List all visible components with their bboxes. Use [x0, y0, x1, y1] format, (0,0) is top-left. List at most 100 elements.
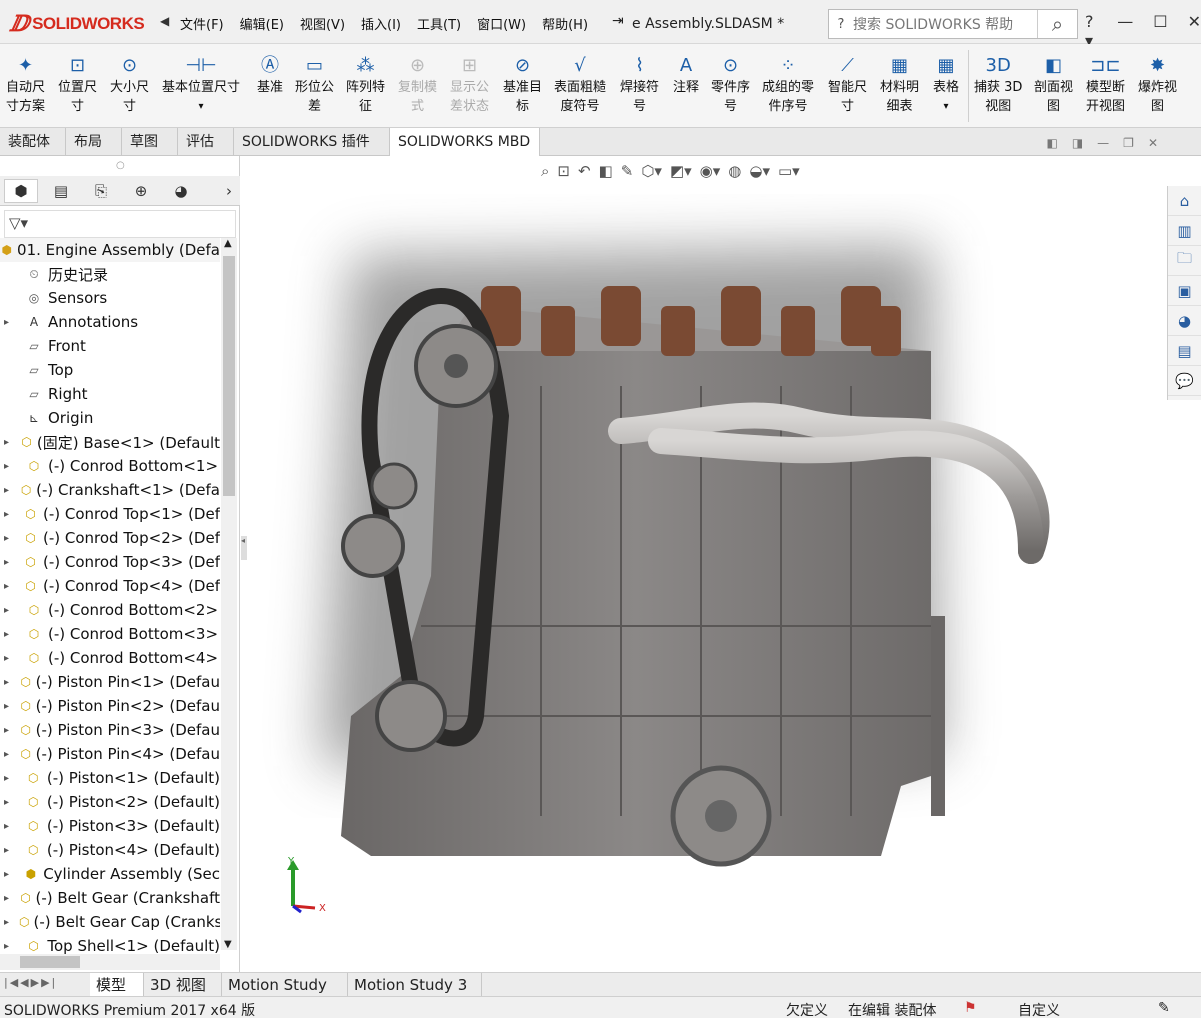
tree-item-8[interactable]: ▸ ⬡ (固定) Base<1> (Default: [0, 430, 220, 454]
viewport-restore-icon[interactable]: ❐: [1123, 136, 1134, 150]
tree-item-12[interactable]: ▸ ⬡ (-) Conrod Top<2> (Def: [0, 526, 220, 550]
tree-vertical-scrollbar[interactable]: ▲ ▼: [221, 238, 237, 950]
configuration-manager-tab-icon[interactable]: ⎘: [84, 179, 118, 203]
ribbon-button-0[interactable]: ✦ 自动尺 寸方案: [6, 52, 45, 116]
status-menu-icon[interactable]: ✎: [1158, 1000, 1170, 1016]
tree-item-16[interactable]: ▸ ⬡ (-) Conrod Bottom<3>: [0, 622, 220, 646]
view-palette-icon[interactable]: ▣: [1168, 276, 1201, 306]
tile-right-icon[interactable]: ◨: [1072, 136, 1083, 150]
expand-arrow-icon[interactable]: ▸: [4, 941, 14, 952]
expand-arrow-icon[interactable]: ▸: [4, 461, 14, 472]
file-explorer-icon[interactable]: 🗀: [1168, 246, 1201, 276]
search-input[interactable]: 搜索 SOLIDWORKS 帮助: [853, 14, 1037, 34]
ribbon-button-1[interactable]: ⊡ 位置尺寸: [58, 52, 97, 116]
graphics-area[interactable]: ⌕ ⊡ ↶ ◧ ✎ ⬡▾ ◩▾ ◉▾ ◍ ◒▾ ▭▾ ◧ ◨ — ❐ ✕ ◂ Y…: [241, 136, 1166, 972]
tree-item-13[interactable]: ▸ ⬡ (-) Conrod Top<3> (Def: [0, 550, 220, 574]
tree-item-3[interactable]: ▸ A Annotations: [0, 310, 220, 334]
tree-item-17[interactable]: ▸ ⬡ (-) Conrod Bottom<4>: [0, 646, 220, 670]
scroll-thumb[interactable]: [223, 256, 235, 496]
ribbon-button-9[interactable]: ⊘ 基准目标: [503, 52, 542, 116]
scroll-up-icon[interactable]: ▲: [224, 238, 232, 249]
ribbon-button-15[interactable]: ⟋ 智能尺寸: [828, 52, 867, 116]
expand-arrow-icon[interactable]: ▸: [4, 485, 10, 496]
tree-item-9[interactable]: ▸ ⬡ (-) Conrod Bottom<1>: [0, 454, 220, 478]
ribbon-button-14[interactable]: ⁘ 成组的零 件序号: [762, 52, 814, 116]
ribbon-button-21[interactable]: ✸ 爆炸视图: [1138, 52, 1177, 116]
tree-item-2[interactable]: ◎ Sensors: [0, 286, 220, 310]
ribbon-button-17[interactable]: ▦ 表格 ▾: [932, 52, 960, 116]
tab-4[interactable]: SOLIDWORKS 插件: [234, 128, 390, 156]
bottom-tab-3[interactable]: Motion Study 3: [348, 973, 482, 997]
design-library-icon[interactable]: ▥: [1168, 216, 1201, 246]
help-search-box[interactable]: ? 搜索 SOLIDWORKS 帮助 ⌕: [828, 9, 1078, 39]
expand-arrow-icon[interactable]: ▸: [4, 581, 12, 592]
solidworks-logo[interactable]: ⅅ SOLIDWORKS: [10, 10, 152, 38]
tile-left-icon[interactable]: ◧: [1046, 136, 1057, 150]
tab-5[interactable]: SOLIDWORKS MBD: [390, 128, 540, 156]
menu-item-6[interactable]: 帮助(H): [542, 14, 588, 33]
tree-item-28[interactable]: ▸ ⬡ (-) Belt Gear Cap (Cranks: [0, 910, 220, 934]
tree-item-20[interactable]: ▸ ⬡ (-) Piston Pin<3> (Defau: [0, 718, 220, 742]
expand-arrow-icon[interactable]: ▸: [4, 533, 12, 544]
menu-item-2[interactable]: 视图(V): [300, 14, 345, 33]
expand-arrow-icon[interactable]: ▸: [4, 773, 14, 784]
tab-2[interactable]: 草图: [122, 128, 178, 156]
help-icon[interactable]: ?: [829, 17, 853, 32]
ribbon-button-20[interactable]: ⊐⊏ 模型断 开视图: [1086, 52, 1125, 116]
ribbon-button-12[interactable]: A 注释: [672, 52, 700, 97]
ribbon-button-8[interactable]: ⊞ 显示公 差状态: [450, 52, 489, 116]
tree-item-24[interactable]: ▸ ⬡ (-) Piston<3> (Default): [0, 814, 220, 838]
custom-properties-icon[interactable]: ▤: [1168, 336, 1201, 366]
hscroll-thumb[interactable]: [20, 956, 80, 968]
tree-item-27[interactable]: ▸ ⬡ (-) Belt Gear (Crankshaft: [0, 886, 220, 910]
expand-arrow-icon[interactable]: ▸: [4, 893, 10, 904]
tab-1[interactable]: 布局: [66, 128, 122, 156]
ribbon-button-5[interactable]: ▭ 形位公差: [295, 52, 334, 116]
ribbon-button-4[interactable]: Ⓐ 基准: [256, 52, 284, 97]
ribbon-button-10[interactable]: √ 表面粗糙 度符号: [554, 52, 606, 116]
forum-icon[interactable]: 💬: [1168, 366, 1201, 396]
dropdown-arrow-icon[interactable]: ▾: [943, 97, 948, 116]
ribbon-button-3[interactable]: ⊣⊢ 基本位置尺寸 ▾: [162, 52, 240, 116]
viewport-minimize-icon[interactable]: —: [1097, 136, 1109, 150]
bottom-tab-1[interactable]: 3D 视图: [144, 973, 222, 997]
ribbon-button-7[interactable]: ⊕ 复制模式: [398, 52, 437, 116]
ribbon-button-16[interactable]: ▦ 材料明 细表: [880, 52, 919, 116]
expand-arrow-icon[interactable]: ▸: [4, 917, 9, 928]
appearances-icon[interactable]: ◕: [1168, 306, 1201, 336]
expand-arrow-icon[interactable]: ▸: [4, 605, 14, 616]
status-units[interactable]: 自定义: [1018, 1000, 1060, 1020]
expand-arrow-icon[interactable]: ▸: [4, 749, 10, 760]
ribbon-button-2[interactable]: ⊙ 大小尺寸: [110, 52, 149, 116]
filter-icon[interactable]: ▽▾: [9, 214, 28, 232]
bottom-tab-0[interactable]: 模型: [90, 973, 144, 997]
tree-item-25[interactable]: ▸ ⬡ (-) Piston<4> (Default): [0, 838, 220, 862]
scroll-down-icon[interactable]: ▼: [224, 939, 232, 950]
tree-item-5[interactable]: ▱ Top: [0, 358, 220, 382]
expand-arrow-icon[interactable]: ▸: [4, 629, 14, 640]
tree-item-1[interactable]: ⏲ 历史记录: [0, 262, 220, 286]
panel-grip-icon[interactable]: ○: [116, 160, 125, 171]
property-manager-tab-icon[interactable]: ▤: [44, 179, 78, 203]
tree-item-4[interactable]: ▱ Front: [0, 334, 220, 358]
menu-item-1[interactable]: 编辑(E): [240, 14, 284, 33]
menu-collapse-icon[interactable]: ◀: [160, 14, 169, 28]
display-manager-tab-icon[interactable]: ◕: [164, 179, 198, 203]
expand-arrow-icon[interactable]: ▸: [4, 821, 14, 832]
tab-scroll-icons[interactable]: |◀◀▶▶|: [4, 976, 57, 989]
tree-item-19[interactable]: ▸ ⬡ (-) Piston Pin<2> (Defau: [0, 694, 220, 718]
tree-filter[interactable]: ▽▾: [4, 210, 236, 238]
expand-arrow-icon[interactable]: ▸: [4, 557, 12, 568]
tree-item-6[interactable]: ▱ Right: [0, 382, 220, 406]
expand-arrow-icon[interactable]: ▸: [4, 653, 14, 664]
ribbon-button-6[interactable]: ⁂ 阵列特征: [346, 52, 385, 116]
solidworks-resources-icon[interactable]: ⌂: [1168, 186, 1201, 216]
ribbon-button-18[interactable]: 3D 捕获 3D 视图: [974, 52, 1022, 116]
expand-arrow-icon[interactable]: ▸: [4, 437, 10, 448]
ribbon-button-19[interactable]: ◧ 剖面视图: [1034, 52, 1073, 116]
feature-manager-tab-icon[interactable]: ⬢: [4, 179, 38, 203]
rebuild-indicator-icon[interactable]: ⚑: [964, 1000, 977, 1016]
tree-item-14[interactable]: ▸ ⬡ (-) Conrod Top<4> (Def: [0, 574, 220, 598]
tab-0[interactable]: 装配体: [0, 128, 66, 156]
tree-item-18[interactable]: ▸ ⬡ (-) Piston Pin<1> (Defau: [0, 670, 220, 694]
